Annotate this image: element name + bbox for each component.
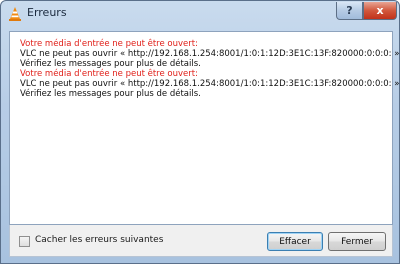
clear-button[interactable]: Effacer: [267, 232, 323, 251]
help-icon: ?: [346, 4, 353, 17]
error-message: Votre média d'entrée ne peut être ouvert…: [20, 69, 400, 99]
error-hint: Vérifiez les messages pour plus de détai…: [20, 59, 201, 69]
error-message-area[interactable]: Votre média d'entrée ne peut être ouvert…: [9, 31, 400, 225]
dialog-footer: Cacher les erreurs suivantes Effacer Fer…: [9, 225, 393, 257]
error-dialog: Erreurs ? x Votre média d'entrée ne peut…: [0, 0, 400, 264]
error-detail: VLC ne peut pas ouvrir « http://192.168.…: [20, 49, 400, 59]
error-hint: Vérifiez les messages pour plus de détai…: [20, 89, 201, 99]
hide-errors-label[interactable]: Cacher les erreurs suivantes: [35, 235, 163, 245]
close-window-button[interactable]: x: [363, 2, 397, 20]
vlc-cone-icon: [9, 7, 21, 21]
help-button[interactable]: ?: [336, 2, 363, 20]
close-button[interactable]: Fermer: [328, 232, 386, 251]
close-icon: x: [376, 4, 384, 17]
error-title: Votre média d'entrée ne peut être ouvert…: [20, 69, 198, 79]
error-title: Votre média d'entrée ne peut être ouvert…: [20, 39, 198, 49]
error-detail: VLC ne peut pas ouvrir « http://192.168.…: [20, 79, 400, 89]
title-bar[interactable]: Erreurs ? x: [1, 1, 399, 27]
window-title: Erreurs: [27, 6, 67, 19]
hide-errors-checkbox[interactable]: [19, 236, 30, 247]
error-message: Votre média d'entrée ne peut être ouvert…: [20, 39, 400, 69]
